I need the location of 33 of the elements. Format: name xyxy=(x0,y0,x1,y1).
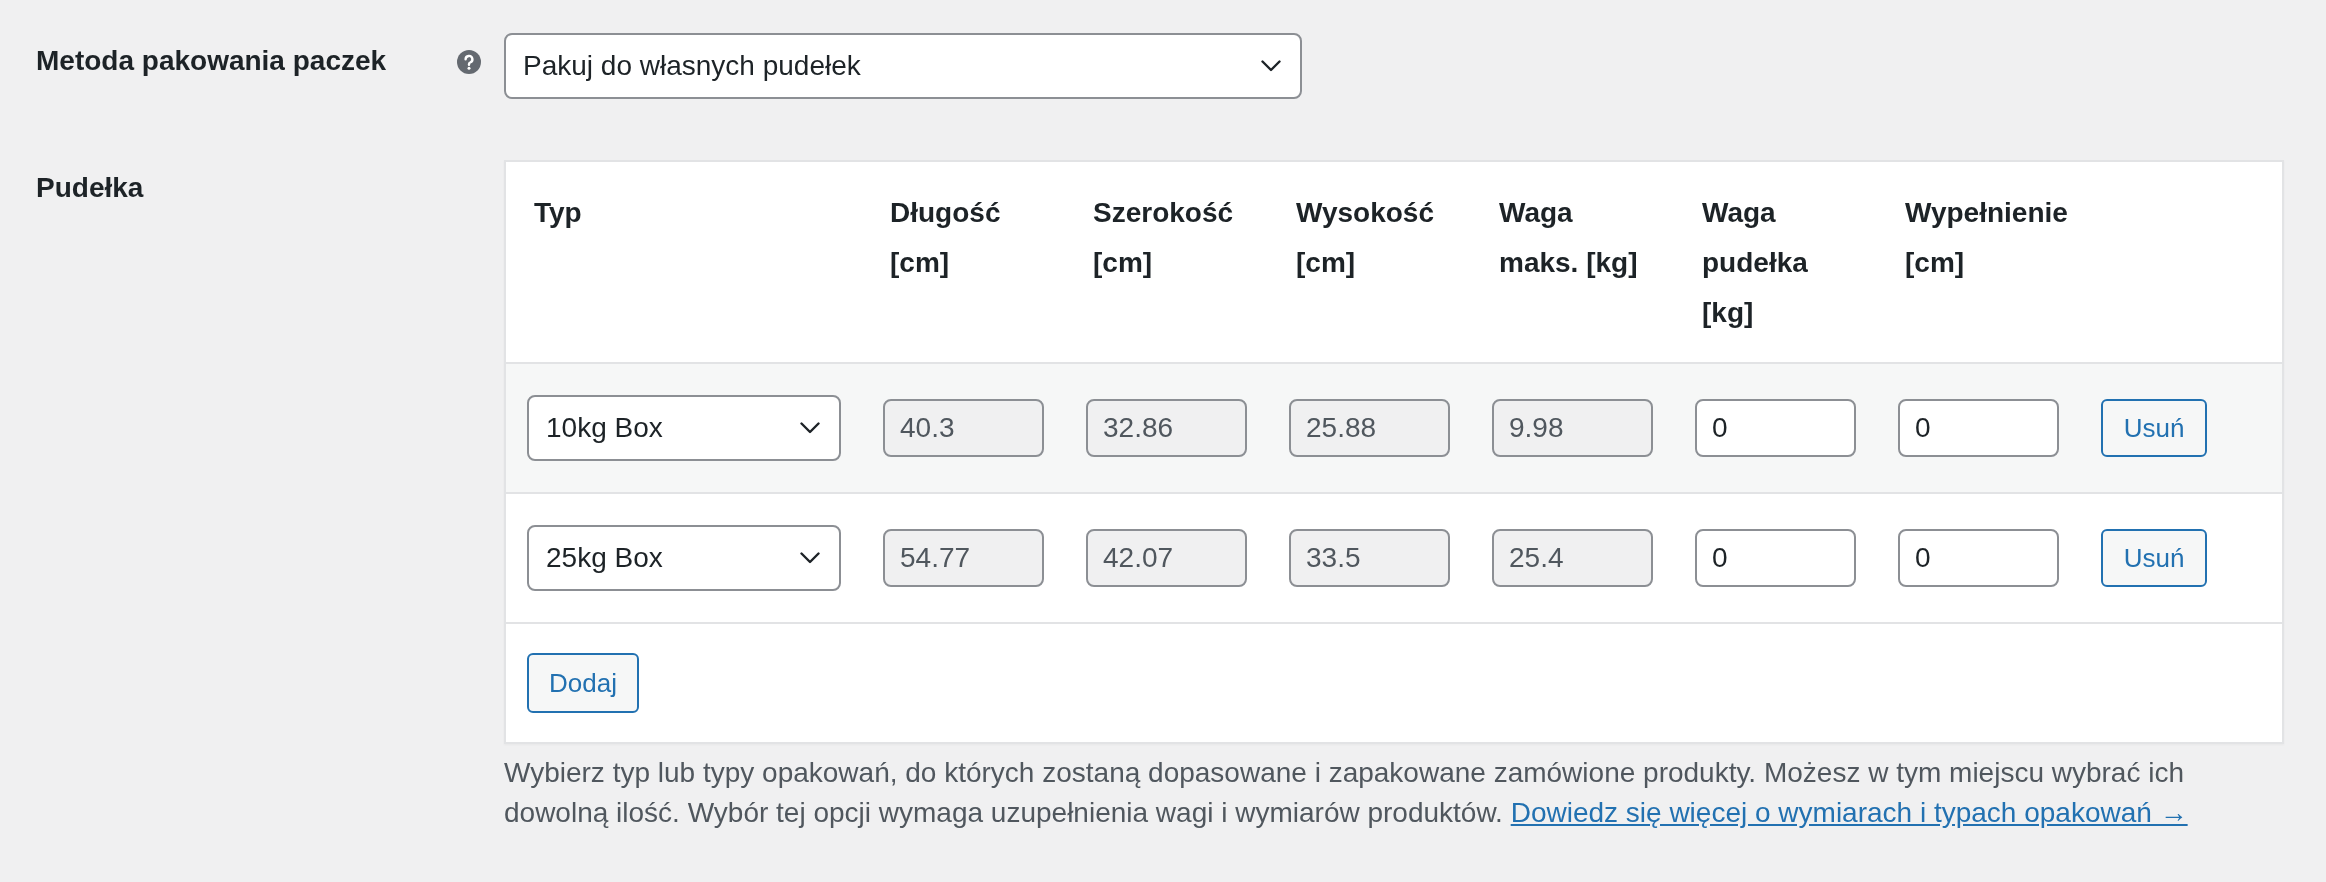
column-header: Wypełnienie [cm] xyxy=(1904,196,2069,280)
column-header: Długość [cm] xyxy=(889,196,1002,280)
value-input[interactable]: 40.3 xyxy=(883,399,1044,457)
chevron-down-icon xyxy=(800,422,820,434)
remove-button[interactable]: Usuń xyxy=(2101,529,2207,587)
add-button[interactable]: Dodaj xyxy=(527,653,639,713)
box-type-select[interactable]: 10kg Box xyxy=(527,395,841,461)
column-header: Waga maks. [kg] xyxy=(1498,196,1639,280)
value-input[interactable]: 32.86 xyxy=(1086,399,1247,457)
column-header: Typ xyxy=(533,196,583,230)
field-description: Wybierz typ lub typy opakowań, do których zostaną dopasowane i zapakowane zamówione produkty. Możesz w tym miejscu wybrać ich dowolną ilość. Wybór tej opcji wymaga uzupełnienia wagi i wymiarów produktów. Dowiedz się więcej o wymiarach i typach opakowań → xyxy=(504,756,2189,830)
packing-method-select[interactable]: Pakuj do własnych pudełek xyxy=(504,33,1302,99)
learn-more-link[interactable]: Dowiedz się więcej o wymiarach i typach opakowań → xyxy=(1510,797,2188,828)
help-icon[interactable] xyxy=(457,50,481,74)
value-input[interactable]: 54.77 xyxy=(883,529,1044,587)
remove-button[interactable]: Usuń xyxy=(2101,399,2207,457)
value-input[interactable]: 33.5 xyxy=(1289,529,1450,587)
value-input[interactable]: 0 xyxy=(1695,529,1856,587)
field-label: Metoda pakowania paczek xyxy=(36,45,387,77)
chevron-down-icon xyxy=(800,552,820,564)
box-type-select[interactable]: 25kg Box xyxy=(527,525,841,591)
value-input[interactable]: 25.88 xyxy=(1289,399,1450,457)
value-input[interactable]: 42.07 xyxy=(1086,529,1247,587)
field-label: Pudełka xyxy=(36,172,144,204)
value-input[interactable]: 9.98 xyxy=(1492,399,1653,457)
value-input[interactable]: 0 xyxy=(1898,399,2059,457)
value-input[interactable]: 25.4 xyxy=(1492,529,1653,587)
value-input[interactable]: 0 xyxy=(1898,529,2059,587)
column-header: Wysokość [cm] xyxy=(1295,196,1435,280)
value-input[interactable]: 0 xyxy=(1695,399,1856,457)
column-header: Waga pudełka [kg] xyxy=(1701,196,1809,330)
column-header: Szerokość [cm] xyxy=(1092,196,1235,280)
chevron-down-icon xyxy=(1261,60,1281,72)
